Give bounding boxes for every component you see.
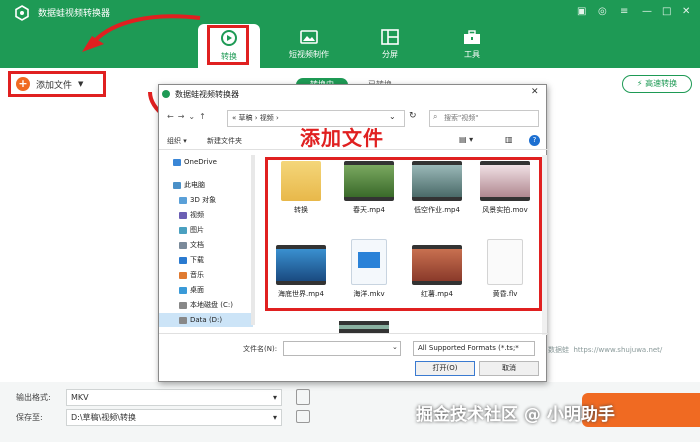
breadcrumb-drafts[interactable]: 草稿 — [239, 114, 253, 122]
filename-input[interactable] — [283, 341, 401, 356]
pictures-icon — [179, 226, 187, 234]
sidebar-item-downloads[interactable]: 下载 — [179, 255, 204, 265]
3d-objects-icon — [179, 196, 187, 204]
disk-icon — [179, 316, 187, 324]
computer-icon — [173, 181, 181, 189]
disk-icon — [179, 301, 187, 309]
sidebar-item-music[interactable]: 音乐 — [179, 270, 204, 280]
download-icon — [179, 256, 187, 264]
watermark-community: 掘金技术社区 @ 小明助手 — [416, 405, 615, 425]
sidebar-item-desktop[interactable]: 桌面 — [179, 285, 204, 295]
new-folder-button[interactable]: 新建文件夹 — [207, 136, 242, 146]
help-icon[interactable]: ? — [529, 135, 540, 146]
view-options-icon[interactable]: ▤ ▾ — [459, 135, 473, 144]
open-button[interactable]: 打开(O) — [415, 361, 475, 376]
video-folder-icon — [179, 211, 187, 219]
divider — [159, 333, 548, 334]
filename-label: 文件名(N): — [243, 345, 278, 353]
documents-icon — [179, 241, 187, 249]
file-type-value: All Supported Formats (*.ts;* — [418, 344, 519, 352]
sidebar-item-3d-objects[interactable]: 3D 对象 — [179, 195, 216, 205]
chevron-down-icon[interactable]: ⌄ — [389, 112, 396, 121]
video-thumbnail — [339, 321, 389, 333]
sidebar-scrollbar[interactable] — [251, 155, 255, 325]
desktop-icon — [179, 286, 187, 294]
cloud-icon — [173, 158, 181, 166]
organize-button[interactable]: 组织 ▾ — [167, 136, 187, 146]
music-icon — [179, 271, 187, 279]
annotation-add-file: 添加文件 — [300, 126, 384, 150]
sidebar-item-disk-c[interactable]: 本地磁盘 (C:) — [179, 300, 233, 310]
dialog-close-icon[interactable]: ✕ — [531, 87, 539, 97]
nav-arrows[interactable]: ←→⌄↑ — [167, 112, 210, 121]
sidebar-item-documents[interactable]: 文档 — [179, 240, 204, 250]
sidebar-item-pictures[interactable]: 图片 — [179, 225, 204, 235]
sidebar-item-disk-d[interactable]: Data (D:) — [159, 313, 253, 327]
arrow-head-icon — [82, 36, 104, 52]
cancel-button[interactable]: 取消 — [479, 361, 539, 376]
app-logo-icon — [162, 90, 170, 98]
file-type-select[interactable]: All Supported Formats (*.ts;* — [413, 341, 535, 356]
breadcrumb-video[interactable]: 视频 — [260, 114, 274, 122]
sidebar-item-videos[interactable]: 视频 — [179, 210, 204, 220]
chevron-down-icon[interactable]: ⌄ — [392, 343, 398, 351]
file-scrollbar[interactable] — [542, 155, 547, 335]
dialog-title: 数据蛙视频转换器 — [175, 90, 239, 99]
sidebar-item-this-pc[interactable]: 此电脑 — [173, 180, 205, 190]
sidebar-item-onedrive[interactable]: OneDrive — [173, 158, 217, 166]
preview-pane-icon[interactable]: ▥ — [505, 135, 513, 144]
refresh-icon[interactable]: ↻ — [409, 111, 417, 121]
search-placeholder: 搜索"视频" — [444, 114, 479, 122]
dialog-search-input[interactable]: 搜索"视频" — [429, 110, 539, 127]
search-icon: ⌕ — [433, 112, 438, 121]
dialog-sidebar: OneDrive 此电脑 3D 对象 视频 图片 文档 下载 音乐 桌面 本地磁… — [159, 152, 259, 332]
breadcrumb-root: « — [232, 114, 237, 122]
highlight-file-grid — [265, 157, 542, 311]
